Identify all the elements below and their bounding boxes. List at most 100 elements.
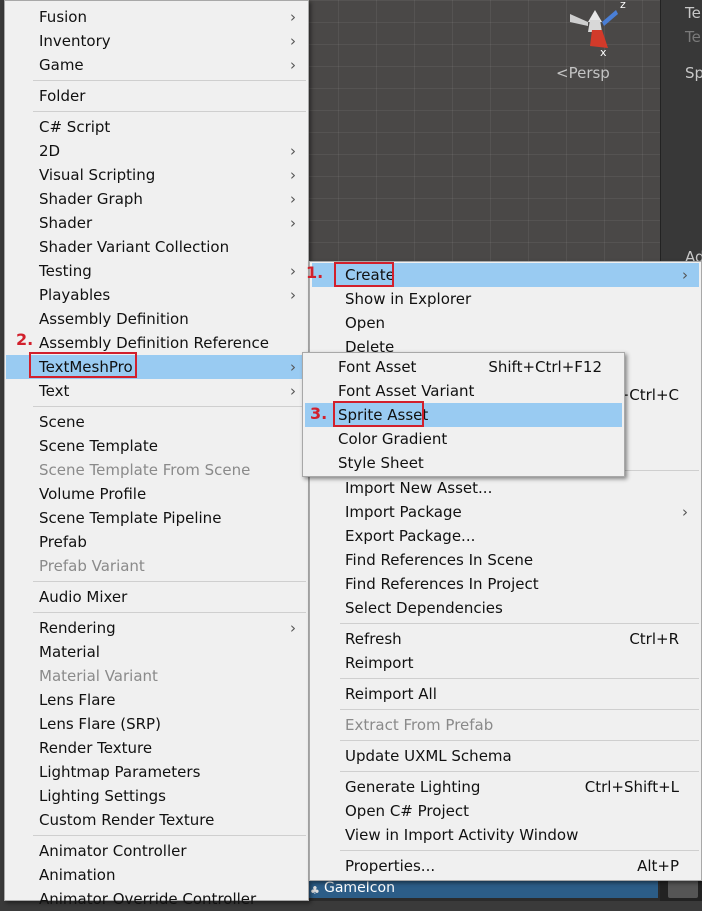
menu-item-refresh[interactable]: Refresh Ctrl+R [312,627,699,651]
menu-item-assembly-definition[interactable]: Assembly Definition [6,307,307,331]
inspector-text: Te [685,4,701,22]
highlight-box-textmeshpro [29,352,137,378]
menu-item-fusion[interactable]: Fusion › [6,5,307,29]
project-item-label: GameIcon [324,880,395,896]
menu-item-label: Scene Template Pipeline [39,509,222,527]
menu-item-shader[interactable]: Shader › [6,211,307,235]
menu-item-generate-lighting[interactable]: Generate Lighting Ctrl+Shift+L [312,775,699,799]
scene-gizmo[interactable]: z x [540,0,650,60]
menu-item-label: Render Texture [39,739,153,757]
menu-item-text[interactable]: Text › [6,379,307,403]
menu-item-select-dependencies[interactable]: Select Dependencies [312,596,699,620]
menu-item-prefab-variant[interactable]: Prefab Variant [6,554,307,578]
menu-item-prefab[interactable]: Prefab [6,530,307,554]
menu-item-show-in-explorer[interactable]: Show in Explorer [312,287,699,311]
menu-item-inventory[interactable]: Inventory › [6,29,307,53]
menu-item-audio-mixer[interactable]: Audio Mixer [6,585,307,609]
chevron-right-icon: › [290,190,296,208]
menu-item-view-in-import-activity-window[interactable]: View in Import Activity Window [312,823,699,847]
menu-item-update-uxml-schema[interactable]: Update UXML Schema [312,744,699,768]
menu-item-label: Material Variant [39,667,158,685]
chevron-right-icon: › [290,56,296,74]
menu-item-2d[interactable]: 2D › [6,139,307,163]
menu-item-lighting-settings[interactable]: Lighting Settings [6,784,307,808]
menu-item-label: Text [39,382,70,400]
menu-item-extract-from-prefab[interactable]: Extract From Prefab [312,713,699,737]
menu-item-label: Show in Explorer [345,290,472,308]
menu-item-custom-render-texture[interactable]: Custom Render Texture [6,808,307,832]
menu-item-visual-scripting[interactable]: Visual Scripting › [6,163,307,187]
menu-item-label: Open C# Project [345,802,469,820]
menu-item-material[interactable]: Material [6,640,307,664]
menu-item-shader-variant-collection[interactable]: Shader Variant Collection [6,235,307,259]
menu-item-label: Lighting Settings [39,787,166,805]
menu-item-animator-override-controller[interactable]: Animator Override Controller [6,887,307,911]
menu-item-lightmap-parameters[interactable]: Lightmap Parameters [6,760,307,784]
menu-item-label: Find References In Project [345,575,539,593]
chevron-right-icon: › [290,358,296,376]
menu-item-scene-template-from-scene[interactable]: Scene Template From Scene [6,458,307,482]
menu-item-reimport-all[interactable]: Reimport All [312,682,699,706]
project-item-gameicon[interactable]: ♣ GameIcon [308,878,658,898]
menu-item-c-script[interactable]: C# Script [6,115,307,139]
menu-item-game[interactable]: Game › [6,53,307,77]
menu-item-scene-template-pipeline[interactable]: Scene Template Pipeline [6,506,307,530]
menu-item-label: Inventory [39,32,111,50]
menu-item-label: Testing [39,262,92,280]
chevron-right-icon: › [290,286,296,304]
menu-item-label: Game [39,56,84,74]
menu-item-open[interactable]: Open [312,311,699,335]
menu-item-shortcut: Ctrl+R [629,630,679,648]
menu-separator [340,623,699,624]
menu-item-material-variant[interactable]: Material Variant [6,664,307,688]
menu-item-color-gradient[interactable]: Color Gradient [305,427,622,451]
step-1-label: 1. [306,263,324,282]
menu-item-label: Folder [39,87,86,105]
chevron-right-icon: › [290,8,296,26]
menu-separator [33,835,306,836]
menu-item-volume-profile[interactable]: Volume Profile [6,482,307,506]
menu-item-label: Audio Mixer [39,588,128,606]
menu-item-label: Properties... [345,857,436,875]
menu-item-import-package[interactable]: Import Package › [312,500,699,524]
menu-item-label: Animator Override Controller [39,890,257,908]
menu-item-font-asset[interactable]: Font Asset Shift+Ctrl+F12 [305,355,622,379]
scrollbar-thumb[interactable] [668,880,698,898]
menu-item-label: Visual Scripting [39,166,156,184]
menu-item-reimport[interactable]: Reimport [312,651,699,675]
menu-item-label: Playables [39,286,111,304]
menu-item-label: Find References In Scene [345,551,534,569]
highlight-box-create [334,262,394,287]
menu-item-find-references-in-scene[interactable]: Find References In Scene [312,548,699,572]
menu-item-export-package[interactable]: Export Package... [312,524,699,548]
menu-item-open-c-project[interactable]: Open C# Project [312,799,699,823]
menu-item-style-sheet[interactable]: Style Sheet [305,451,622,475]
menu-item-lens-flare-srp[interactable]: Lens Flare (SRP) [6,712,307,736]
chevron-right-icon: › [682,266,688,284]
menu-item-animator-controller[interactable]: Animator Controller [6,839,307,863]
menu-item-render-texture[interactable]: Render Texture [6,736,307,760]
menu-item-label: Rendering [39,619,116,637]
menu-item-animation[interactable]: Animation [6,863,307,887]
menu-item-lens-flare[interactable]: Lens Flare [6,688,307,712]
scene-view[interactable]: z x <Persp [300,0,660,262]
menu-item-find-references-in-project[interactable]: Find References In Project [312,572,699,596]
menu-item-shader-graph[interactable]: Shader Graph › [6,187,307,211]
menu-item-folder[interactable]: Folder [6,84,307,108]
menu-item-label: Lens Flare (SRP) [39,715,161,733]
menu-item-testing[interactable]: Testing › [6,259,307,283]
persp-label[interactable]: <Persp [556,64,610,82]
menu-item-scene[interactable]: Scene [6,410,307,434]
menu-item-playables[interactable]: Playables › [6,283,307,307]
menu-item-rendering[interactable]: Rendering › [6,616,307,640]
menu-item-label: Scene Template [39,437,158,455]
menu-item-label: Prefab Variant [39,557,145,575]
menu-separator [33,612,306,613]
menu-item-font-asset-variant[interactable]: Font Asset Variant [305,379,622,403]
menu-item-scene-template[interactable]: Scene Template [6,434,307,458]
menu-separator [340,678,699,679]
menu-item-label: View in Import Activity Window [345,826,579,844]
chevron-right-icon: › [290,142,296,160]
menu-item-properties[interactable]: Properties... Alt+P [312,854,699,878]
menu-item-import-new-asset[interactable]: Import New Asset... [312,476,699,500]
